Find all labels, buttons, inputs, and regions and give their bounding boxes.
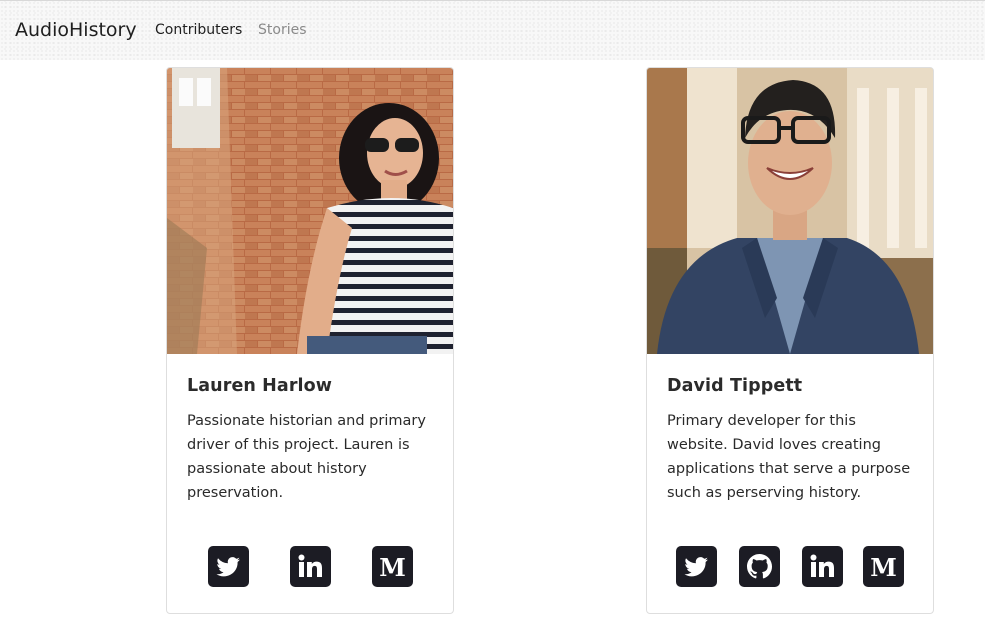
twitter-link[interactable] — [208, 546, 249, 587]
nav-link-stories[interactable]: Stories — [258, 22, 307, 38]
top-navbar: AudioHistory Contributers Stories — [0, 0, 985, 60]
medium-icon: M — [870, 553, 897, 582]
twitter-icon — [684, 557, 708, 577]
contributor-card-lauren: Lauren Harlow Passionate historian and p… — [166, 67, 454, 614]
medium-icon: M — [379, 553, 406, 582]
social-links: M — [647, 546, 933, 590]
contributor-name: David Tippett — [667, 376, 803, 396]
contributor-card-david: David Tippett Primary developer for this… — [646, 67, 934, 614]
linkedin-link[interactable] — [290, 546, 331, 587]
contributor-description: Primary developer for this website. Davi… — [667, 413, 911, 501]
svg-text:M: M — [870, 553, 897, 582]
nav-link-contributers[interactable]: Contributers — [155, 22, 242, 38]
contributor-name: Lauren Harlow — [187, 376, 333, 396]
card-body: David Tippett Primary developer for this… — [667, 364, 915, 505]
contributor-photo — [647, 68, 933, 354]
social-links: M — [167, 546, 453, 590]
svg-text:M: M — [379, 553, 406, 582]
brand-link[interactable]: AudioHistory — [15, 19, 137, 41]
linkedin-icon — [298, 554, 322, 577]
twitter-link[interactable] — [676, 546, 717, 587]
contributor-description: Passionate historian and primary driver … — [187, 413, 426, 501]
card-body: Lauren Harlow Passionate historian and p… — [187, 364, 435, 505]
linkedin-link[interactable] — [802, 546, 843, 587]
twitter-icon — [216, 557, 240, 577]
github-link[interactable] — [739, 546, 780, 587]
medium-link[interactable]: M — [372, 546, 413, 587]
contributor-photo — [167, 68, 453, 354]
medium-link[interactable]: M — [863, 546, 904, 587]
linkedin-icon — [810, 554, 834, 577]
github-icon — [747, 554, 773, 579]
